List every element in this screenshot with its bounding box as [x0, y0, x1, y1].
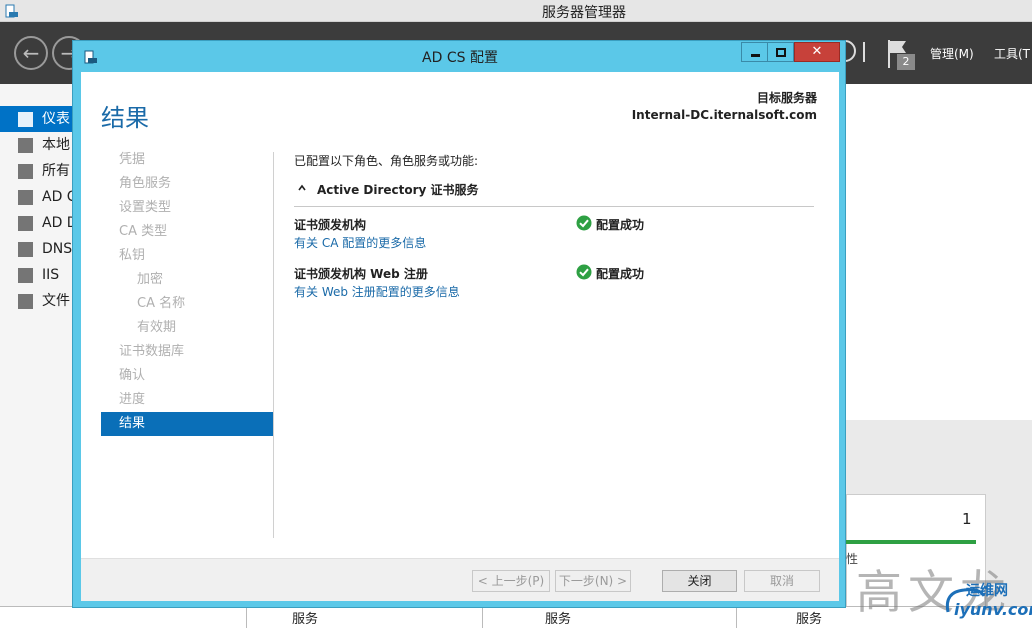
previous-button[interactable]: < 上一步(P) [472, 570, 550, 592]
result-title: 证书颁发机构 [294, 218, 367, 232]
destination-server-label: 目标服务器 [756, 91, 817, 105]
wizard-nav-item[interactable]: 私钥 [101, 244, 273, 268]
sidebar-item[interactable]: 所有 [0, 158, 75, 184]
results-panel: 已配置以下角色、角色服务或功能: Active Directory 证书服务 证… [294, 152, 824, 299]
sidebar-item[interactable]: 文件 [0, 288, 75, 314]
wizard-nav-item[interactable]: 加密 [101, 268, 273, 292]
dialog-title: AD CS 配置 [422, 50, 498, 66]
sidebar-item[interactable]: DNS [0, 236, 75, 262]
sidebar-item[interactable]: 本地 [0, 132, 75, 158]
server-manager-title: 服务器管理器 [542, 5, 626, 21]
wizard-nav-item[interactable]: 确认 [101, 364, 273, 388]
wizard-nav-item[interactable]: CA 类型 [101, 220, 273, 244]
toolbar-separator [863, 42, 865, 62]
sidebar-item[interactable]: AD C [0, 184, 75, 210]
wizard-nav-item[interactable]: CA 名称 [101, 292, 273, 316]
manage-menu[interactable]: 管理(M) [930, 45, 974, 62]
dialog-footer: < 上一步(P) 下一步(N) > 关闭 取消 [81, 558, 839, 601]
close-icon: ✕ [811, 44, 823, 59]
column-divider [482, 606, 483, 628]
notification-count-badge: 2 [897, 54, 915, 70]
minimize-icon [751, 54, 760, 57]
column-divider [246, 606, 247, 628]
sidebar-item-label: DNS [42, 241, 73, 257]
sidebar-item-label: 仪表 [42, 111, 70, 127]
watermark-logo-text: 运维网 [966, 583, 1008, 599]
destination-server-name: Internal-DC.iternalsoft.com [631, 108, 817, 122]
sidebar-item-label: AD D [42, 215, 75, 231]
page-title: 结果 [101, 104, 149, 132]
wizard-nav-item[interactable]: 证书数据库 [101, 340, 273, 364]
result-status-text: 配置成功 [596, 218, 645, 232]
bottom-column-label[interactable]: 服务 [292, 608, 318, 627]
sidebar-item[interactable]: IIS [0, 262, 75, 288]
sidebar-item-label: AD C [42, 189, 75, 205]
section-divider [294, 206, 814, 207]
chevron-up-icon[interactable] [298, 184, 306, 192]
result-status: 配置成功 [576, 215, 645, 233]
bottom-column-label[interactable]: 服务 [796, 608, 822, 627]
results-intro: 已配置以下角色、角色服务或功能: [294, 154, 479, 168]
all-servers-icon [18, 164, 33, 179]
dashboard-icon [18, 112, 33, 127]
result-status-text: 配置成功 [596, 267, 645, 281]
success-check-icon [576, 215, 592, 231]
cancel-button[interactable]: 取消 [744, 570, 820, 592]
adds-icon [18, 216, 33, 231]
sidebar-item-label: IIS [42, 267, 60, 283]
minimize-button[interactable] [741, 42, 768, 62]
file-services-icon [18, 294, 33, 309]
result-more-info-link[interactable]: 有关 Web 注册配置的更多信息 [294, 283, 460, 300]
column-divider [736, 606, 737, 628]
sidebar-item-label: 所有 [42, 163, 70, 179]
adcs-icon [18, 190, 33, 205]
result-title: 证书颁发机构 Web 注册 [294, 267, 428, 281]
local-server-icon [18, 138, 33, 153]
server-tile-count: 1 [962, 510, 972, 528]
sidebar-item[interactable]: 仪表 [0, 106, 75, 132]
maximize-icon [776, 48, 786, 57]
close-window-button[interactable]: ✕ [794, 42, 840, 62]
next-button[interactable]: 下一步(N) > [555, 570, 631, 592]
wizard-nav-item[interactable]: 设置类型 [101, 196, 273, 220]
bottom-column-label[interactable]: 服务 [545, 608, 571, 627]
iis-icon [18, 268, 33, 283]
server-tile-status-bar [846, 540, 976, 544]
server-manager-sidebar: 仪表本地所有 AD C AD D DNS IIS 文件 [0, 84, 75, 628]
server-manager-titlebar: 服务器管理器 [0, 0, 1032, 22]
dialog-client-area: 结果 目标服务器 Internal-DC.iternalsoft.com 凭据角… [81, 72, 839, 601]
adcs-config-dialog: AD CS 配置 ✕ 结果 目标服务器 Internal-DC.iternals… [72, 40, 846, 608]
wizard-nav: 凭据 角色服务 设置类型 CA 类型 私钥 加密 CA 名称 有效期 证书数据库 确认 进度 结果 [101, 148, 273, 436]
back-arrow-icon[interactable]: ← [14, 36, 48, 70]
sidebar-item-label: 文件 [42, 293, 70, 309]
close-button[interactable]: 关闭 [662, 570, 737, 592]
wizard-nav-item[interactable]: 有效期 [101, 316, 273, 340]
result-status: 配置成功 [576, 264, 645, 282]
section-header[interactable]: Active Directory 证书服务 [317, 181, 479, 198]
dns-icon [18, 242, 33, 257]
wizard-nav-item[interactable]: 结果 [101, 412, 273, 436]
success-check-icon [576, 264, 592, 280]
watermark-site-text: iyunv.com [954, 600, 1032, 619]
sidebar-item-label: 本地 [42, 137, 70, 153]
sidebar-item[interactable]: AD D [0, 210, 75, 236]
wizard-nav-item[interactable]: 角色服务 [101, 172, 273, 196]
tools-menu[interactable]: 工具(T [994, 45, 1030, 62]
result-more-info-link[interactable]: 有关 CA 配置的更多信息 [294, 234, 426, 251]
maximize-button[interactable] [767, 42, 794, 62]
nav-divider [273, 152, 274, 538]
wizard-nav-item[interactable]: 进度 [101, 388, 273, 412]
wizard-nav-item[interactable]: 凭据 [101, 148, 273, 172]
